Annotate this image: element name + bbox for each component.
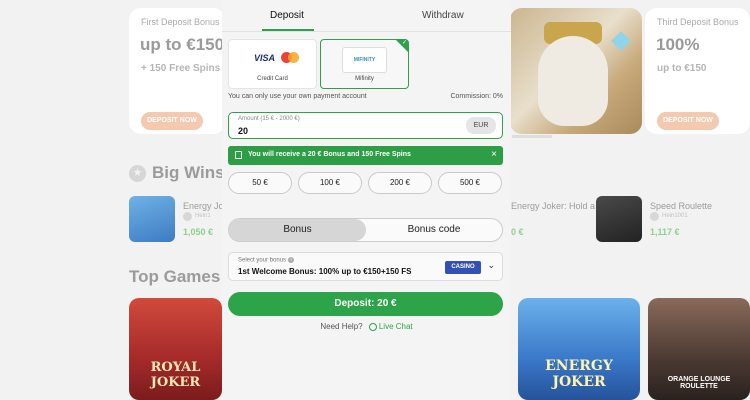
big-wins-title: Big Wins (152, 163, 225, 182)
deposit-button[interactable]: Deposit: 20 € (228, 292, 503, 316)
win-username: Hein1 (195, 213, 211, 219)
need-help-text: Need Help? (320, 322, 363, 331)
bonus-info-banner: You will receive a 20 € Bonus and 150 Fr… (228, 146, 503, 165)
promo-deposit-button[interactable]: DEPOSIT NOW (141, 112, 203, 130)
game-tile-label: ROYAL JOKER (150, 360, 201, 390)
mifinity-logo: MIFINITY (342, 47, 387, 73)
bonus-type-toggle: Bonus Bonus code (228, 218, 503, 242)
deposit-modal: Deposit Withdraw VISA Credit Card MIFINI… (222, 0, 511, 400)
bonus-option[interactable]: Bonus (229, 219, 366, 241)
promo-headline: 100% (656, 35, 700, 54)
amount-field[interactable]: Amount (15 € - 2000 €) 20 EUR (228, 112, 503, 139)
bonus-select[interactable]: Select your bonus i 1st Welcome Bonus: 10… (228, 252, 503, 281)
win-username: Hein1001 (662, 213, 688, 219)
bonus-select-value: 1st Welcome Bonus: 100% up to €150+150 F… (238, 267, 412, 276)
tab-withdraw[interactable]: Withdraw (422, 10, 464, 21)
promo-deposit-button[interactable]: DEPOSIT NOW (657, 112, 719, 130)
game-tile-label: ORANGE LOUNGE ROULETTE (667, 376, 731, 390)
promo-card-first-deposit[interactable]: First Deposit Bonus up to €150 + 150 Fre… (129, 8, 225, 134)
bonus-info-text: You will receive a 20 € Bonus and 150 Fr… (248, 151, 411, 158)
user-icon (183, 212, 192, 221)
bonus-select-caption-text: Select your bonus (238, 257, 287, 264)
game-tile-label: ENERGY JOKER (545, 358, 613, 390)
close-icon[interactable]: × (491, 149, 497, 160)
amount-field-label: Amount (15 € - 2000 €) (238, 116, 300, 122)
payment-method-credit-card[interactable]: VISA Credit Card (228, 39, 317, 89)
chevron-down-icon[interactable]: ⌄ (487, 260, 495, 271)
chat-icon[interactable] (368, 322, 377, 331)
cashier-tabs: Deposit Withdraw (222, 0, 511, 32)
commission-note: Commission: 0% (450, 93, 503, 100)
payment-method-mifinity[interactable]: MIFINITY ✓ Mifinity (320, 39, 409, 89)
star-icon: ★ (129, 165, 146, 182)
payment-method-label: Credit Card (257, 76, 288, 82)
big-win-card[interactable]: Energy Jo Hein1 1,050 € (129, 196, 224, 246)
win-game-name: Energy Joker: Hold a (511, 201, 596, 211)
game-thumbnail (596, 196, 642, 242)
gem-icon (611, 31, 631, 51)
own-account-note: You can only use your own payment accoun… (228, 93, 367, 100)
visa-logo: VISA (254, 53, 276, 63)
info-icon[interactable]: i (288, 257, 295, 263)
promo-kicker: First Deposit Bonus (141, 17, 220, 27)
payment-method-label: Mifinity (355, 76, 374, 82)
quick-amount-200[interactable]: 200 € (368, 172, 432, 194)
promo-card-third-deposit[interactable]: Third Deposit Bonus 100% up to €150 DEPO… (645, 8, 750, 134)
help-line: Need Help? Live Chat (222, 322, 511, 331)
quick-amount-50[interactable]: 50 € (228, 172, 292, 194)
top-games-title: Top Games (129, 267, 221, 286)
gift-icon (235, 151, 242, 159)
mastercard-logo (288, 52, 299, 63)
live-chat-link[interactable]: Live Chat (379, 322, 413, 331)
win-amount: 1,050 € (183, 227, 214, 237)
win-game-name: Energy Jo (183, 201, 224, 211)
win-amount: 0 € (511, 227, 524, 237)
mifinity-logo-text: MIFINITY (353, 57, 376, 63)
checkmark-icon: ✓ (401, 40, 407, 46)
quick-amount-100[interactable]: 100 € (298, 172, 362, 194)
casino-badge: CASINO (445, 261, 481, 274)
win-amount: 1,117 € (650, 227, 680, 237)
amount-input[interactable]: 20 (238, 126, 248, 136)
promo-sub: + 150 Free Spins (141, 63, 221, 74)
game-thumbnail (129, 196, 175, 242)
game-tile-royal-joker[interactable]: ROYAL JOKER (129, 298, 222, 400)
game-tile-energy-joker[interactable]: ENERGY JOKER (518, 298, 640, 400)
promo-sub: up to €150 (657, 63, 707, 74)
currency-button[interactable]: EUR (466, 117, 496, 134)
beard-shape (538, 36, 608, 126)
win-game-name: Speed Roulette (650, 201, 713, 211)
tab-deposit[interactable]: Deposit (270, 10, 304, 21)
zeus-hero-image (510, 8, 642, 134)
big-win-card[interactable]: Speed Roulette Hein1001 1,117 € (596, 196, 736, 246)
active-tab-indicator (262, 29, 314, 31)
bonus-code-option[interactable]: Bonus code (366, 219, 502, 241)
carousel-indicator[interactable] (512, 135, 552, 138)
promo-kicker: Third Deposit Bonus (657, 17, 739, 27)
user-icon (650, 212, 659, 221)
bonus-select-caption: Select your bonus i (238, 257, 295, 264)
promo-headline: up to €150 (140, 35, 225, 54)
game-tile-orange-lounge-roulette[interactable]: ORANGE LOUNGE ROULETTE (648, 298, 750, 400)
quick-amount-500[interactable]: 500 € (438, 172, 502, 194)
